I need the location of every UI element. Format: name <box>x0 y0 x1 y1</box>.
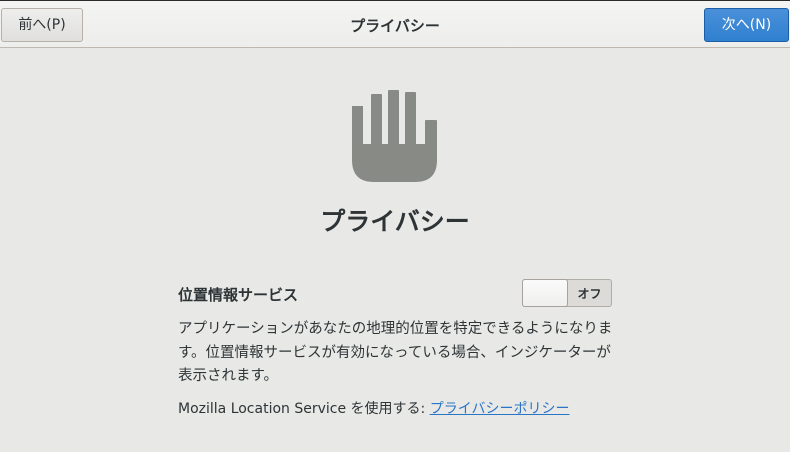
location-services-switch[interactable]: オフ <box>522 279 612 307</box>
header-bar: 前へ(P) プライバシー 次へ(N) <box>0 0 790 48</box>
switch-knob[interactable] <box>522 279 568 307</box>
page-title: プライバシー <box>320 207 470 236</box>
next-button[interactable]: 次へ(N) <box>704 8 789 42</box>
privacy-policy-link[interactable]: プライバシーポリシー <box>430 401 570 417</box>
header-title: プライバシー <box>350 17 440 35</box>
privacy-setup-window: 前へ(P) プライバシー 次へ(N) プライバシー 位置情報サービス オフ アプ… <box>0 0 790 452</box>
mozilla-location-text: Mozilla Location Service を使用する: <box>178 401 430 417</box>
location-services-description: アプリケーションがあなたの地理的位置を特定できるようになります。位置情報サービス… <box>178 321 613 384</box>
mozilla-location-line: Mozilla Location Service を使用する: プライバシーポリ… <box>178 398 569 418</box>
location-services-label: 位置情報サービス <box>178 286 299 304</box>
switch-state-text: オフ <box>577 287 602 301</box>
hand-stop-icon <box>352 90 437 182</box>
